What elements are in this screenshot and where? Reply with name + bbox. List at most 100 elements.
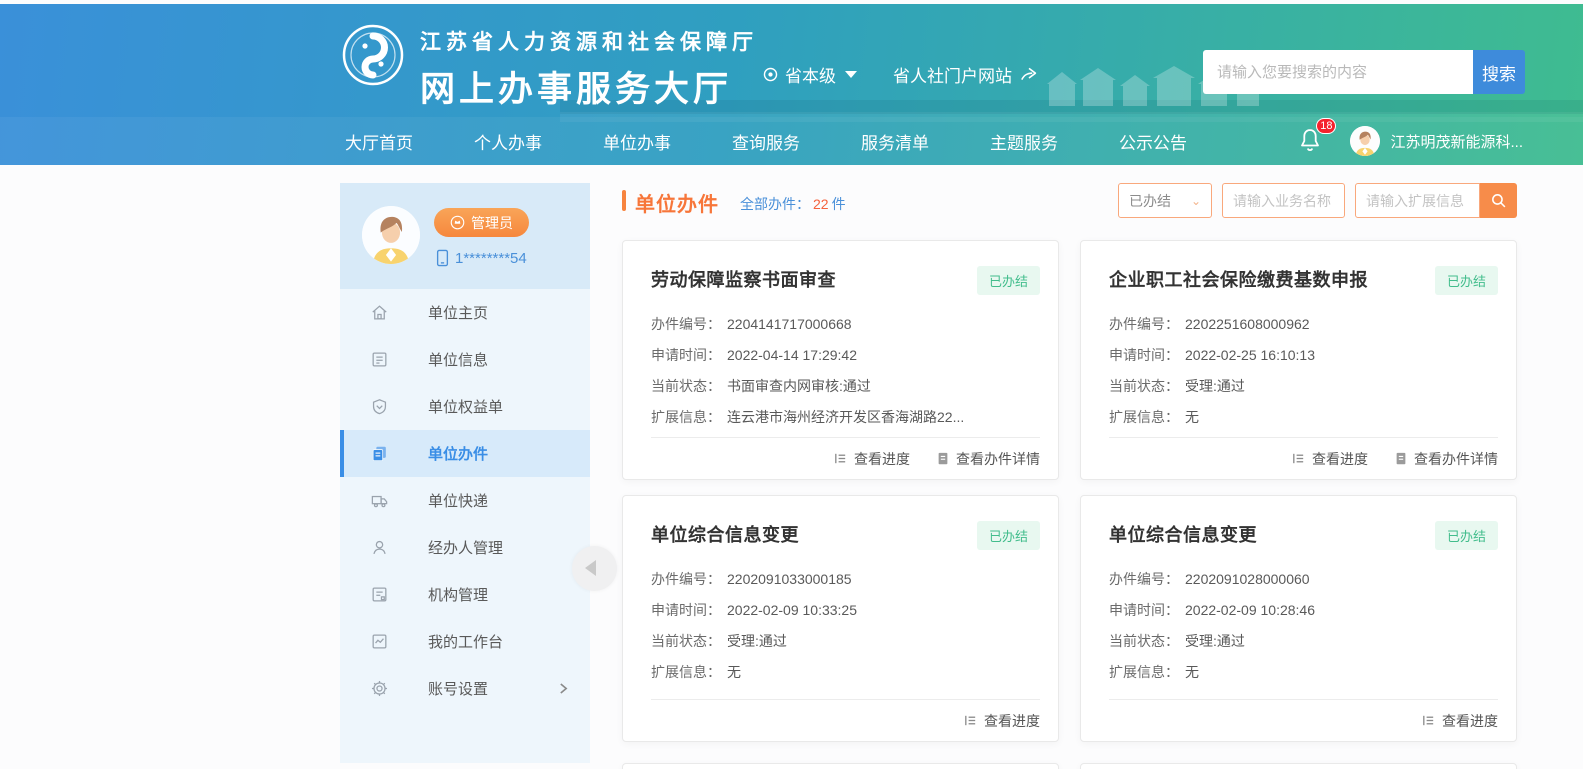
business-name-input[interactable] xyxy=(1222,183,1345,218)
progress-list-icon xyxy=(963,713,978,728)
view-progress-link[interactable]: 查看进度 xyxy=(1421,711,1498,731)
person-icon xyxy=(370,538,389,557)
sidebar-item-agent-management[interactable]: 经办人管理 xyxy=(340,524,590,571)
filter-search-button[interactable] xyxy=(1480,183,1517,218)
case-number: 2202251608000962 xyxy=(1185,316,1310,332)
header-search: 搜索 xyxy=(1203,50,1525,94)
avatar-icon xyxy=(362,206,420,264)
shield-icon xyxy=(370,397,389,416)
case-number: 2204141717000668 xyxy=(727,316,852,332)
org-title: 江苏省人力资源和社会保障厅 xyxy=(420,26,758,56)
region-label: 省本级 xyxy=(785,62,836,87)
view-progress-link[interactable]: 查看进度 xyxy=(963,711,1040,731)
role-badge-label: 管理员 xyxy=(471,213,513,233)
notification-bell[interactable]: 18 xyxy=(1298,126,1324,156)
main-content: 单位办件 全部办件：22件 已办结 ⌄ 劳动保 xyxy=(622,183,1517,769)
case-card: 单位综合信息变更 已办结 办件编号：2202091033000185 申请时间：… xyxy=(622,495,1059,742)
view-progress-link[interactable]: 查看进度 xyxy=(833,449,910,469)
admin-badge-icon xyxy=(450,215,465,230)
site-link-label: 省人社门户网站 xyxy=(893,62,1012,87)
current-status: 受理:通过 xyxy=(727,631,787,651)
sidebar: 管理员 1********54 单位主页 xyxy=(340,183,590,763)
truck-icon xyxy=(370,491,389,510)
files-icon xyxy=(370,444,389,463)
nav-item-theme[interactable]: 主题服务 xyxy=(990,129,1058,154)
progress-list-icon xyxy=(1421,713,1436,728)
view-detail-link[interactable]: 查看办件详情 xyxy=(936,449,1040,469)
sidebar-item-my-workbench[interactable]: 我的工作台 xyxy=(340,618,590,665)
section-title: 单位办件 xyxy=(635,188,719,217)
progress-list-icon xyxy=(833,451,848,466)
ext-info: 无 xyxy=(727,662,741,682)
total-unit: 件 xyxy=(832,196,846,212)
sidebar-user-panel: 管理员 1********54 xyxy=(340,183,590,289)
apply-time: 2022-02-25 16:10:13 xyxy=(1185,347,1315,363)
sidebar-item-unit-cases[interactable]: 单位办件 xyxy=(340,430,590,477)
status-badge: 已办结 xyxy=(1435,521,1498,550)
total-label: 全部办件： xyxy=(740,196,810,212)
detail-doc-icon xyxy=(1394,451,1408,466)
status-badge: 已办结 xyxy=(977,266,1040,295)
nav-item-home[interactable]: 大厅首页 xyxy=(345,129,413,154)
view-detail-link[interactable]: 查看办件详情 xyxy=(1394,449,1498,469)
main-nav: 大厅首页 个人办事 单位办事 查询服务 服务清单 主题服务 公示公告 18 xyxy=(0,117,1583,165)
external-arrow-icon xyxy=(1019,66,1039,82)
apply-time: 2022-02-09 10:33:25 xyxy=(727,602,857,618)
page: 江苏省人力资源和社会保障厅 网上办事服务大厅 省本级 省人社门户网站 搜索 xyxy=(0,0,1583,769)
sidebar-item-unit-home[interactable]: 单位主页 xyxy=(340,289,590,336)
case-card: 劳动保障监察书面审查 已办结 办件编号：2204141717000668 申请时… xyxy=(622,240,1059,480)
user-phone: 1********54 xyxy=(436,249,527,267)
status-filter-dropdown[interactable]: 已办结 ⌄ xyxy=(1118,183,1212,218)
sidebar-item-account-settings[interactable]: 账号设置 xyxy=(340,665,590,712)
sidebar-collapse-button[interactable] xyxy=(572,546,617,591)
phone-icon xyxy=(436,249,449,267)
document-icon xyxy=(370,350,389,369)
phone-number: 1********54 xyxy=(455,250,527,267)
ext-info: 无 xyxy=(1185,407,1199,427)
nav-item-employer[interactable]: 单位办事 xyxy=(603,129,671,154)
case-title: 单位综合信息变更 xyxy=(1109,521,1257,547)
section-header: 单位办件 全部办件：22件 已办结 ⌄ xyxy=(622,183,1517,219)
user-avatar[interactable] xyxy=(362,206,420,264)
workbench-chart-icon xyxy=(370,632,389,651)
account-avatar[interactable] xyxy=(1350,126,1380,156)
case-title: 劳动保障监察书面审查 xyxy=(651,266,836,292)
jiangsu-hrss-logo-icon xyxy=(341,23,405,87)
location-pin-icon xyxy=(762,66,779,83)
case-title: 单位综合信息变更 xyxy=(651,521,799,547)
search-button[interactable]: 搜索 xyxy=(1473,50,1525,94)
current-status: 受理:通过 xyxy=(1185,376,1245,396)
portal-title: 网上办事服务大厅 xyxy=(420,61,758,112)
case-number: 2202091028000060 xyxy=(1185,571,1310,587)
status-filter-value: 已办结 xyxy=(1129,191,1171,211)
nav-item-personal[interactable]: 个人办事 xyxy=(474,129,542,154)
case-card: 单位综合信息变更 已办结 办件编号：2202091028000060 申请时间：… xyxy=(1080,495,1517,742)
sidebar-item-unit-info[interactable]: 单位信息 xyxy=(340,336,590,383)
status-badge: 已办结 xyxy=(1435,266,1498,295)
avatar-icon xyxy=(1350,126,1380,156)
role-badge: 管理员 xyxy=(434,208,529,237)
portal-site-link[interactable]: 省人社门户网站 xyxy=(893,60,1039,88)
ext-info: 连云港市海州经济开发区香海湖路22... xyxy=(727,407,964,427)
nav-item-query[interactable]: 查询服务 xyxy=(732,129,800,154)
sidebar-item-unit-express[interactable]: 单位快递 xyxy=(340,477,590,524)
case-card-partial xyxy=(622,763,1059,769)
organization-icon xyxy=(370,585,389,604)
apply-time: 2022-02-09 10:28:46 xyxy=(1185,602,1315,618)
ext-info-input[interactable] xyxy=(1355,183,1480,218)
account-name[interactable]: 江苏明茂新能源科... xyxy=(1390,131,1523,152)
title-accent-bar xyxy=(622,190,626,211)
status-badge: 已办结 xyxy=(977,521,1040,550)
view-progress-link[interactable]: 查看进度 xyxy=(1291,449,1368,469)
sidebar-item-org-management[interactable]: 机构管理 xyxy=(340,571,590,618)
search-input[interactable] xyxy=(1203,50,1473,94)
case-number: 2202091033000185 xyxy=(727,571,852,587)
nav-item-announcements[interactable]: 公示公告 xyxy=(1119,129,1187,154)
current-status: 书面审查内网审核:通过 xyxy=(727,376,871,396)
case-card-partial xyxy=(1080,763,1517,769)
gear-icon xyxy=(370,679,389,698)
region-selector[interactable]: 省本级 xyxy=(762,60,857,88)
chevron-right-icon xyxy=(559,682,568,700)
sidebar-item-unit-rights[interactable]: 单位权益单 xyxy=(340,383,590,430)
nav-item-service-list[interactable]: 服务清单 xyxy=(861,129,929,154)
